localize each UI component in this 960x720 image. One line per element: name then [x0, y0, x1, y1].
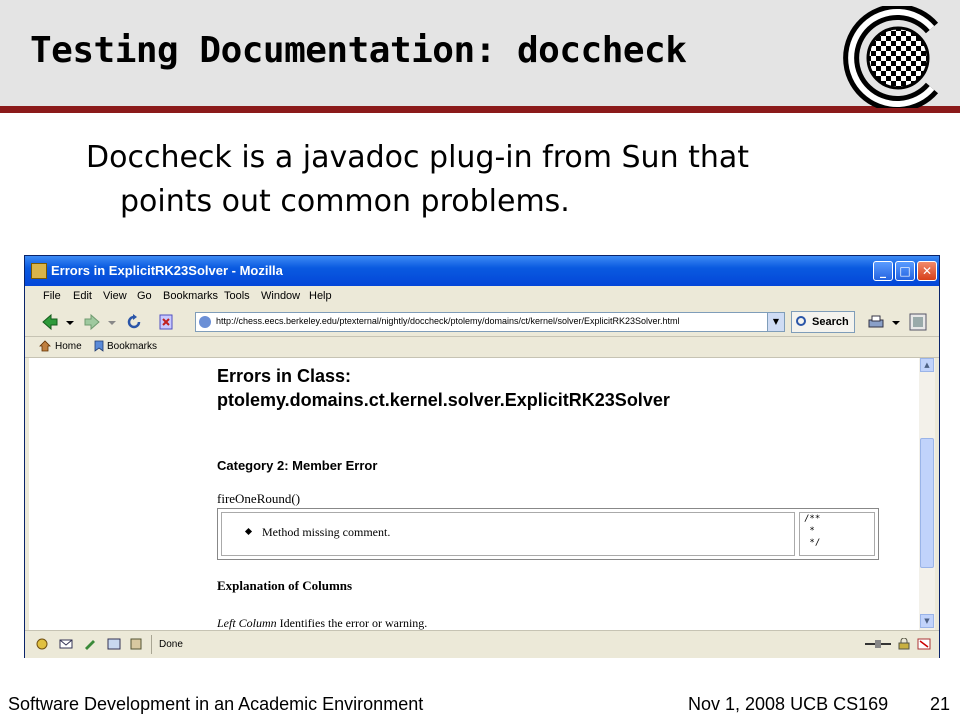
reload-icon[interactable]	[125, 313, 143, 331]
address-book-icon[interactable]	[129, 638, 143, 650]
code-line: /**	[804, 514, 821, 524]
bullet-icon	[244, 527, 253, 536]
status-separator	[151, 635, 152, 654]
left-column-description: Left Column Identifies the error or warn…	[217, 616, 427, 630]
security-icon[interactable]	[897, 638, 911, 650]
method-name: fireOneRound()	[217, 491, 301, 506]
popup-blocked-icon[interactable]	[917, 638, 931, 650]
error-table: Method missing comment. /** * */	[217, 508, 879, 560]
menu-file[interactable]: File	[43, 290, 61, 302]
scrollbar-thumb[interactable]	[920, 438, 934, 568]
print-icon[interactable]	[867, 313, 885, 331]
back-history-dropdown-icon[interactable]	[65, 313, 75, 331]
menu-bar: File Edit View Go Bookmarks Tools Window…	[25, 286, 939, 309]
code-snippet: /** * */	[804, 513, 820, 549]
chat-icon[interactable]	[107, 638, 121, 650]
header-divider	[0, 106, 960, 113]
slide-title: Testing Documentation: doccheck	[30, 30, 687, 71]
forward-history-dropdown-icon[interactable]	[107, 313, 117, 331]
navigation-toolbar: http://chess.eecs.berkeley.edu/ptexterna…	[25, 308, 939, 337]
url-dropdown-button[interactable]: ▼	[767, 313, 784, 331]
menu-tools[interactable]: Tools	[224, 290, 250, 302]
code-line: */	[804, 538, 821, 548]
body-line-2: points out common problems.	[120, 184, 570, 219]
mozilla-app-icon	[31, 263, 47, 279]
bookmarks-icon	[94, 340, 104, 352]
search-icon	[796, 316, 806, 326]
left-column-text: Identifies the error or warning.	[279, 616, 428, 630]
code-line: *	[804, 526, 815, 536]
url-text: http://chess.eecs.berkeley.edu/ptexterna…	[216, 316, 680, 326]
menu-edit[interactable]: Edit	[73, 290, 92, 302]
navigator-icon[interactable]	[35, 638, 49, 650]
forward-arrow-icon[interactable]	[83, 313, 101, 331]
slide-body-text: Doccheck is a javadoc plug-in from Sun t…	[86, 136, 906, 224]
menu-help[interactable]: Help	[309, 290, 332, 302]
error-message: Method missing comment.	[262, 525, 391, 539]
search-button[interactable]: Search	[791, 311, 855, 333]
error-cell: Method missing comment.	[221, 512, 795, 556]
menu-window[interactable]: Window	[261, 290, 300, 302]
checkerboard-logo-icon	[843, 6, 939, 108]
footer-date: Nov 1, 2008 UCB CS169	[688, 694, 889, 714]
menu-go[interactable]: Go	[137, 290, 152, 302]
bookmarks-button[interactable]: Bookmarks	[107, 341, 157, 352]
throbber-icon	[909, 313, 927, 331]
maximize-button[interactable]: □	[895, 261, 915, 281]
print-dropdown-icon[interactable]	[891, 313, 901, 331]
personal-toolbar: Home Bookmarks	[25, 337, 939, 358]
left-column-label: Left Column	[217, 616, 277, 630]
footer-course: Software Development in an Academic Envi…	[8, 694, 424, 714]
minimize-button[interactable]: _	[873, 261, 893, 281]
close-button[interactable]: ✕	[917, 261, 937, 281]
window-titlebar[interactable]: Errors in ExplicitRK23Solver - Mozilla _…	[25, 256, 939, 286]
mail-icon[interactable]	[59, 638, 73, 650]
page-content: Errors in Class: ptolemy.domains.ct.kern…	[29, 358, 919, 630]
slide-page-number: 21	[930, 694, 951, 714]
code-cell: /** * */	[799, 512, 875, 556]
home-icon	[39, 340, 51, 352]
composer-icon[interactable]	[83, 638, 97, 650]
category-heading: Category 2: Member Error	[217, 458, 378, 473]
errors-heading-line-2: ptolemy.domains.ct.kernel.solver.Explici…	[217, 390, 670, 410]
url-field[interactable]: http://chess.eecs.berkeley.edu/ptexterna…	[195, 312, 785, 332]
window-title: Errors in ExplicitRK23Solver - Mozilla	[51, 263, 283, 278]
menu-view[interactable]: View	[103, 290, 127, 302]
vertical-scrollbar[interactable]: ▲ ▼	[919, 358, 935, 630]
body-line-1: Doccheck is a javadoc plug-in from Sun t…	[86, 140, 750, 175]
page-proxy-icon	[199, 316, 211, 328]
status-text: Done	[159, 639, 183, 650]
mozilla-window: Errors in ExplicitRK23Solver - Mozilla _…	[24, 255, 940, 658]
scroll-down-button[interactable]: ▼	[920, 614, 934, 628]
stop-icon[interactable]	[157, 313, 175, 331]
menu-bookmarks[interactable]: Bookmarks	[163, 290, 218, 302]
back-arrow-icon[interactable]	[41, 313, 59, 331]
home-button[interactable]: Home	[55, 341, 82, 352]
scroll-up-button[interactable]: ▲	[920, 358, 934, 372]
errors-heading-line-1: Errors in Class:	[217, 366, 352, 386]
search-label: Search	[812, 316, 849, 328]
online-plug-icon[interactable]	[865, 638, 891, 650]
explanation-heading: Explanation of Columns	[217, 578, 353, 593]
status-bar: Done	[25, 630, 939, 658]
